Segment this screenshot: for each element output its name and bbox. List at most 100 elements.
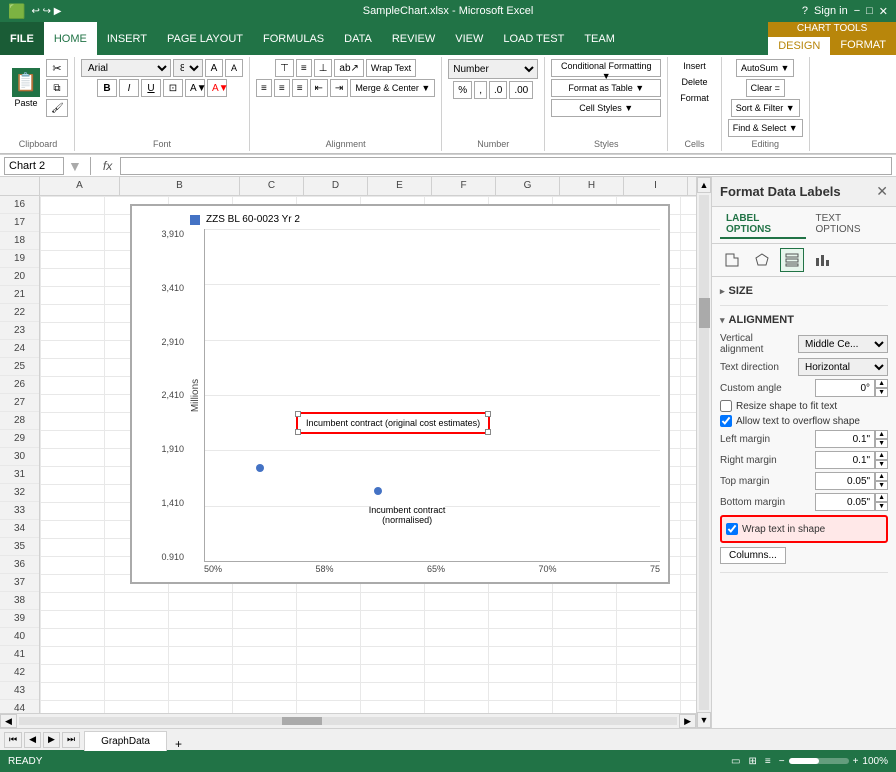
layout-icon-btn[interactable] [780,248,804,272]
custom-angle-input[interactable] [815,379,875,397]
left-margin-up[interactable]: ▲ [875,430,888,439]
sort-filter-btn[interactable]: Sort & Filter ▼ [731,99,800,117]
tab-page-layout[interactable]: PAGE LAYOUT [157,22,253,55]
left-align-btn[interactable]: ≡ [256,79,272,97]
top-margin-up[interactable]: ▲ [875,472,888,481]
tab-team[interactable]: TEAM [574,22,625,55]
top-align-btn[interactable]: ⊤ [275,59,294,77]
angle-spin-up[interactable]: ▲ [875,379,888,388]
font-color-button[interactable]: A▼ [207,79,227,97]
cut-button[interactable]: ✂ [46,59,68,77]
h-scroll-track[interactable] [19,717,677,725]
decrease-indent-btn[interactable]: ⇤ [310,79,328,97]
increase-indent-btn[interactable]: ⇥ [330,79,348,97]
panel-close-btn[interactable]: ✕ [876,183,888,200]
left-margin-input[interactable] [815,430,875,448]
merge-center-btn[interactable]: Merge & Center ▼ [350,79,435,97]
tab-insert[interactable]: INSERT [97,22,157,55]
zoom-slider[interactable] [789,758,849,764]
paste-button[interactable]: 📋 Paste [8,66,44,110]
tab-format[interactable]: FORMAT [830,35,896,55]
center-align-btn[interactable]: ≡ [274,79,290,97]
bottom-margin-down[interactable]: ▼ [875,502,888,511]
name-box-dropdown[interactable]: ▼ [68,158,82,174]
bottom-margin-up[interactable]: ▲ [875,493,888,502]
tab-file[interactable]: FILE [0,22,44,55]
zoom-in-btn[interactable]: + [853,756,859,767]
next-sheet-btn[interactable]: ▶ [43,732,60,748]
right-margin-input[interactable] [815,451,875,469]
wrap-text-btn[interactable]: Wrap Text [366,59,416,77]
zoom-out-btn[interactable]: − [779,756,785,767]
conditional-formatting-btn[interactable]: Conditional Formatting ▼ [551,59,661,77]
chart-plot[interactable]: Incumbent contract (original cost estima… [204,229,660,562]
top-margin-down[interactable]: ▼ [875,481,888,490]
alignment-section-header[interactable]: ALIGNMENT [720,310,888,330]
name-box[interactable] [4,157,64,175]
tab-design[interactable]: DESIGN [768,35,830,55]
font-size-select[interactable]: 8 [173,59,203,77]
bottom-margin-input[interactable] [815,493,875,511]
v-scroll-track[interactable] [699,195,709,710]
columns-btn[interactable]: Columns... [720,547,786,564]
border-button[interactable]: ⊡ [163,79,183,97]
right-align-btn[interactable]: ≡ [292,79,308,97]
minimize-btn[interactable]: − [854,5,860,17]
v-scrollbar[interactable]: ▲ ▼ [696,177,711,728]
fill-color-button[interactable]: A▼ [185,79,205,97]
vertical-alignment-select[interactable]: Middle Ce... [798,335,888,353]
scroll-right-btn[interactable]: ▶ [679,714,696,728]
format-as-table-btn[interactable]: Format as Table ▼ [551,79,661,97]
top-margin-input[interactable] [815,472,875,490]
wrap-text-checkbox[interactable] [726,523,738,535]
comma-btn[interactable]: , [474,81,487,99]
increase-decimal-btn[interactable]: .00 [509,81,533,99]
add-sheet-btn[interactable]: + [167,737,190,751]
scroll-up-btn[interactable]: ▲ [697,177,711,193]
bar-icon-btn[interactable] [810,248,834,272]
delete-btn[interactable]: Delete [676,75,714,89]
sheet-tab-graphdata[interactable]: GraphData [84,731,167,751]
size-section-header[interactable]: SIZE [720,281,888,301]
close-btn[interactable]: ✕ [879,5,888,18]
percent-btn[interactable]: % [453,81,472,99]
underline-button[interactable]: U [141,79,161,97]
label-box-highlighted[interactable]: Incumbent contract (original cost estima… [296,412,490,434]
tab-review[interactable]: REVIEW [382,22,445,55]
increase-font-btn[interactable]: A [205,59,223,77]
cells-area[interactable]: ZZS BL 60-0023 Yr 2 3,910 3,410 2,910 2,… [40,196,696,713]
tab-formulas[interactable]: FORMULAS [253,22,334,55]
format-btn[interactable]: Format [674,91,715,105]
decrease-font-btn[interactable]: A [225,59,243,77]
clear-btn[interactable]: Clear = [746,79,785,97]
bold-button[interactable]: B [97,79,117,97]
h-scroll-thumb[interactable] [282,717,322,725]
format-painter-button[interactable]: 🖌 [46,99,68,117]
left-margin-down[interactable]: ▼ [875,439,888,448]
insert-btn[interactable]: Insert [677,59,712,73]
copy-button[interactable]: ⧉ [46,79,68,97]
find-select-btn[interactable]: Find & Select ▼ [728,119,803,137]
font-name-select[interactable]: Arial [81,59,171,77]
fill-icon-btn[interactable] [720,248,744,272]
page-break-btn[interactable]: ≡ [765,756,771,767]
cell-styles-btn[interactable]: Cell Styles ▼ [551,99,661,117]
allow-overflow-checkbox[interactable] [720,415,732,427]
layout-view-btn[interactable]: ⊞ [749,756,757,767]
tab-home[interactable]: HOME [44,22,97,55]
autosum-btn[interactable]: AutoSum ▼ [736,59,794,77]
help-btn[interactable]: ? [802,5,808,17]
scroll-down-btn[interactable]: ▼ [697,712,711,728]
maximize-btn[interactable]: □ [866,5,873,17]
prev-sheet-btn[interactable]: ◀ [24,732,41,748]
resize-shape-checkbox[interactable] [720,400,732,412]
tab-data[interactable]: DATA [334,22,382,55]
v-scroll-thumb[interactable] [699,298,710,328]
tab-label-options[interactable]: LABEL OPTIONS [720,211,806,239]
chart-container[interactable]: ZZS BL 60-0023 Yr 2 3,910 3,410 2,910 2,… [130,204,670,584]
right-margin-down[interactable]: ▼ [875,460,888,469]
scroll-left-btn[interactable]: ◀ [0,714,17,728]
orientation-btn[interactable]: ab↗ [334,59,364,77]
bottom-align-btn[interactable]: ⊥ [314,59,333,77]
first-sheet-btn[interactable]: ⏮ [4,732,22,748]
